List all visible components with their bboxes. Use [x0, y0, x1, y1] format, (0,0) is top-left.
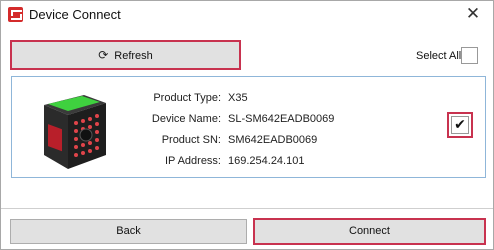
- device-name-value: SL-SM642EADB0069: [228, 113, 335, 125]
- device-connect-window: Device Connect ✕ ⟳ Refresh Select All Pro…: [0, 0, 494, 250]
- refresh-icon: ⟳: [98, 48, 109, 62]
- footer-divider: [1, 208, 493, 209]
- app-logo-icon: [8, 7, 23, 22]
- select-all-label: Select All: [416, 50, 462, 62]
- device-select-checkbox[interactable]: ✔: [447, 112, 473, 138]
- product-type-label: Product Type:: [153, 92, 221, 104]
- select-all-checkbox[interactable]: [461, 47, 478, 64]
- product-sn-label: Product SN:: [161, 134, 221, 146]
- device-camera-image: [44, 95, 106, 169]
- ip-address-label: IP Address:: [164, 155, 221, 167]
- window-title: Device Connect: [29, 7, 121, 22]
- back-button[interactable]: Back: [10, 219, 247, 244]
- ip-address-value: 169.254.24.101: [228, 155, 305, 167]
- close-icon[interactable]: ✕: [463, 4, 483, 24]
- product-sn-value: SM642EADB0069: [228, 134, 318, 146]
- refresh-button[interactable]: ⟳ Refresh: [10, 40, 241, 70]
- refresh-label: Refresh: [114, 50, 153, 62]
- product-type-value: X35: [228, 92, 248, 104]
- device-list-item[interactable]: Product Type: X35 Device Name: SL-SM642E…: [11, 76, 486, 178]
- device-name-label: Device Name:: [151, 113, 221, 125]
- connect-button[interactable]: Connect: [253, 218, 486, 245]
- title-bar: Device Connect ✕: [1, 1, 493, 29]
- checkmark-icon: ✔: [451, 116, 469, 134]
